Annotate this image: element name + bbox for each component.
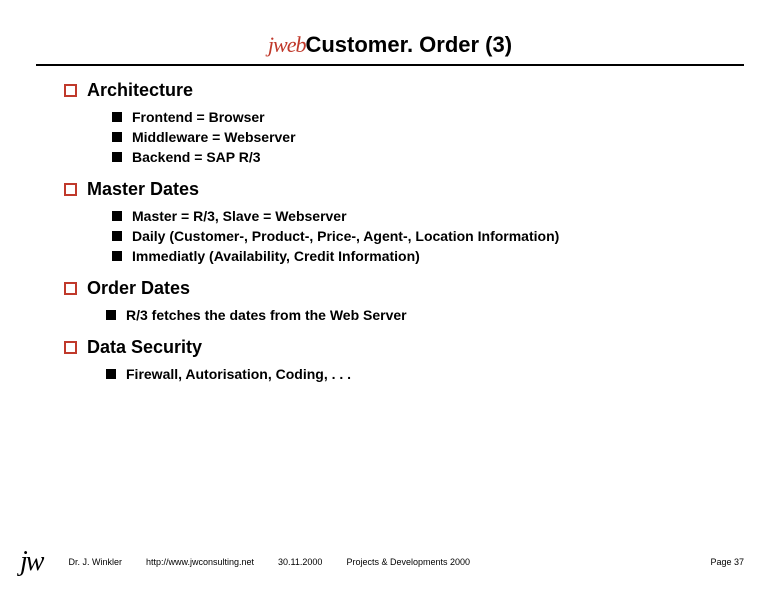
footer-author: Dr. J. Winkler	[68, 557, 122, 567]
filled-square-bullet-icon	[112, 231, 122, 241]
filled-square-bullet-icon	[112, 152, 122, 162]
sections-container: Architecture Frontend = Browser Middleware…	[36, 80, 744, 382]
section-items: R/3 fetches the dates from the Web Serve…	[106, 307, 744, 323]
hollow-square-bullet-icon	[64, 84, 77, 97]
section-heading-text: Architecture	[87, 80, 193, 101]
title-rule	[36, 64, 744, 66]
list-item: Master = R/3, Slave = Webserver	[112, 208, 744, 224]
list-item-text: Backend = SAP R/3	[132, 149, 261, 165]
slide: jwebCustomer. Order (3) Architecture Fron…	[0, 0, 780, 600]
section: Master Dates Master = R/3, Slave = Webser…	[64, 179, 744, 264]
slide-title: jwebCustomer. Order (3)	[36, 32, 744, 58]
filled-square-bullet-icon	[106, 310, 116, 320]
list-item-text: Immediatly (Availability, Credit Informa…	[132, 248, 420, 264]
section: Architecture Frontend = Browser Middleware…	[64, 80, 744, 165]
list-item: Backend = SAP R/3	[112, 149, 744, 165]
section: Data Security Firewall, Autorisation, Cod…	[64, 337, 744, 382]
footer-logo: jw	[20, 546, 42, 578]
hollow-square-bullet-icon	[64, 183, 77, 196]
list-item-text: Middleware = Webserver	[132, 129, 296, 145]
hollow-square-bullet-icon	[64, 341, 77, 354]
section-items: Frontend = Browser Middleware = Webserver…	[112, 109, 744, 165]
list-item: R/3 fetches the dates from the Web Serve…	[106, 307, 744, 323]
section-heading-text: Master Dates	[87, 179, 199, 200]
section-heading: Order Dates	[64, 278, 744, 299]
footer-page: Page 37	[710, 557, 744, 567]
filled-square-bullet-icon	[112, 132, 122, 142]
section-heading-text: Data Security	[87, 337, 202, 358]
footer-date: 30.11.2000	[278, 557, 322, 567]
filled-square-bullet-icon	[112, 211, 122, 221]
section-items: Master = R/3, Slave = Webserver Daily (Cu…	[112, 208, 744, 264]
footer-project: Projects & Developments 2000	[346, 557, 470, 567]
section: Order Dates R/3 fetches the dates from th…	[64, 278, 744, 323]
section-heading: Master Dates	[64, 179, 744, 200]
hollow-square-bullet-icon	[64, 282, 77, 295]
list-item-text: Firewall, Autorisation, Coding, . . .	[126, 366, 351, 382]
list-item: Immediatly (Availability, Credit Informa…	[112, 248, 744, 264]
footer: jw Dr. J. Winkler http://www.jwconsultin…	[0, 546, 780, 578]
section-items: Firewall, Autorisation, Coding, . . .	[106, 366, 744, 382]
list-item-text: R/3 fetches the dates from the Web Serve…	[126, 307, 407, 323]
list-item: Firewall, Autorisation, Coding, . . .	[106, 366, 744, 382]
filled-square-bullet-icon	[106, 369, 116, 379]
list-item: Frontend = Browser	[112, 109, 744, 125]
list-item-text: Daily (Customer-, Product-, Price-, Agen…	[132, 228, 559, 244]
title-prefix: jweb	[268, 32, 306, 57]
filled-square-bullet-icon	[112, 112, 122, 122]
section-heading: Data Security	[64, 337, 744, 358]
list-item: Daily (Customer-, Product-, Price-, Agen…	[112, 228, 744, 244]
title-main: Customer. Order (3)	[305, 32, 512, 57]
footer-group: Dr. J. Winkler http://www.jwconsulting.n…	[68, 557, 710, 567]
section-heading-text: Order Dates	[87, 278, 190, 299]
footer-url: http://www.jwconsulting.net	[146, 557, 254, 567]
list-item-text: Frontend = Browser	[132, 109, 265, 125]
section-heading: Architecture	[64, 80, 744, 101]
filled-square-bullet-icon	[112, 251, 122, 261]
list-item: Middleware = Webserver	[112, 129, 744, 145]
list-item-text: Master = R/3, Slave = Webserver	[132, 208, 347, 224]
